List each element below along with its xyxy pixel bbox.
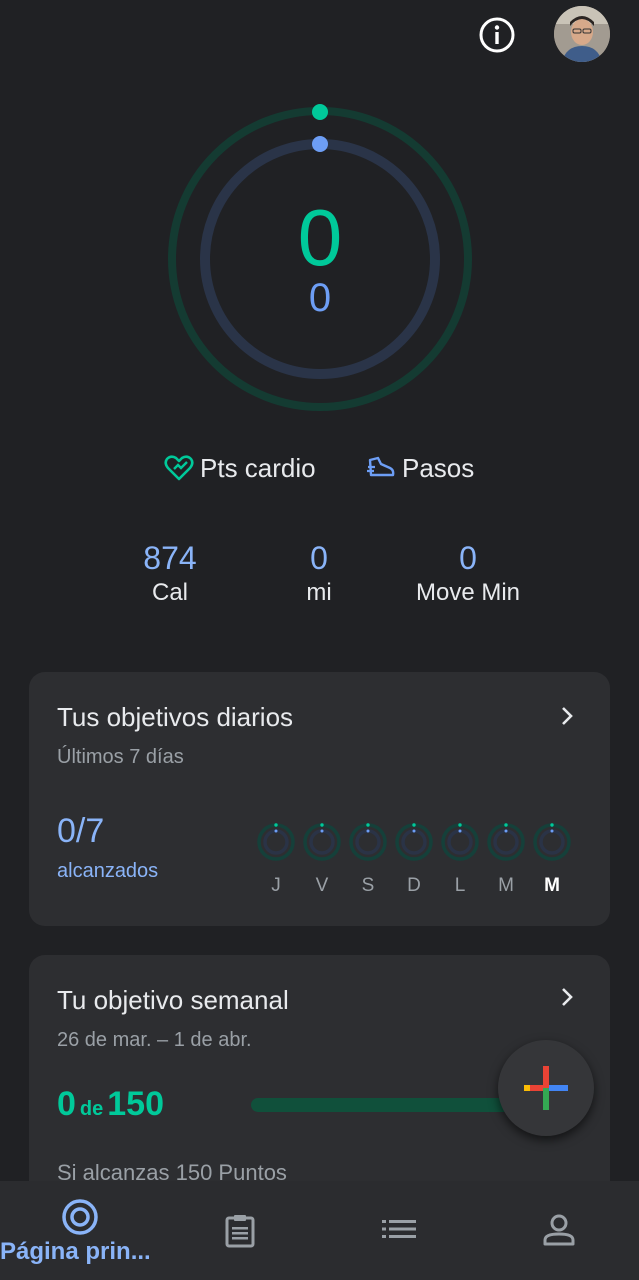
nav-home-label: Página prin...: [0, 1238, 151, 1265]
day-ring: V: [300, 822, 344, 897]
goal-ring-icon: [487, 823, 525, 861]
journal-icon: [225, 1215, 255, 1248]
plus-icon: [524, 1066, 568, 1110]
day-ring: J: [254, 822, 298, 897]
stat-label: Cal: [151, 579, 188, 606]
steps-ring-marker: [312, 136, 328, 152]
nav-journal[interactable]: [200, 1181, 280, 1280]
stat-distance: 0 mi: [239, 538, 399, 610]
legend-steps: Pasos: [366, 450, 474, 486]
chevron-right-icon: [562, 707, 573, 725]
legend-cardio-label: Pts cardio: [200, 452, 316, 483]
info-button[interactable]: [478, 16, 516, 54]
weekly-goal-progress: 0 de 150: [57, 1085, 164, 1124]
home-icon: [62, 1199, 98, 1235]
stat-calories: 874 Cal: [90, 538, 250, 610]
day-label: L: [454, 875, 466, 896]
stat-label: mi: [306, 579, 332, 606]
shoe-icon: [367, 456, 395, 477]
daily-goals-title: Tus objetivos diarios: [57, 702, 294, 732]
day-ring: S: [346, 822, 390, 897]
steps-value: 0: [308, 276, 332, 320]
day-ring: D: [392, 822, 436, 897]
stat-move-minutes: 0 Move Min: [388, 538, 548, 610]
day-label: V: [315, 875, 329, 896]
day-label: M: [544, 875, 560, 896]
cardio-points-value: 0: [297, 193, 343, 282]
weekly-goal-target: 150: [107, 1085, 164, 1123]
daily-goals-days: J V S D L M M: [254, 822, 574, 902]
day-label: J: [271, 875, 281, 896]
daily-goals-card[interactable]: Tus objetivos diarios Últimos 7 días 0/7…: [29, 672, 610, 926]
profile-avatar[interactable]: [554, 6, 610, 62]
weekly-goal-title: Tu objetivo semanal: [57, 985, 289, 1015]
day-ring-today: M: [530, 822, 574, 897]
weekly-goal-of: de: [79, 1098, 104, 1120]
nav-home[interactable]: Página prin...: [0, 1181, 160, 1280]
bottom-navigation: Página prin...: [0, 1181, 639, 1280]
weekly-goal-current: 0: [57, 1085, 76, 1123]
goal-ring-icon: [395, 823, 433, 861]
day-ring: M: [484, 822, 528, 897]
legend-steps-label: Pasos: [402, 452, 475, 483]
goal-ring-icon: [349, 823, 387, 861]
info-icon: [479, 17, 515, 53]
legend-cardio: Pts cardio: [164, 450, 316, 486]
stat-value: 0: [310, 540, 328, 576]
stat-label: Move Min: [415, 579, 521, 606]
avatar-image: [554, 6, 610, 62]
day-ring: L: [438, 822, 482, 897]
daily-goals-achieved-label: alcanzados: [57, 860, 159, 882]
weekly-goal-subtitle: 26 de mar. – 1 de abr.: [57, 1029, 252, 1051]
goal-ring-icon: [533, 823, 571, 861]
nav-browse[interactable]: [360, 1181, 440, 1280]
stat-value: 0: [459, 540, 477, 576]
browse-icon: [382, 1220, 416, 1238]
day-label: M: [498, 875, 514, 896]
day-label: S: [361, 875, 375, 896]
goal-ring-icon: [303, 823, 341, 861]
daily-goals-achieved: 0/7: [57, 812, 105, 850]
stat-value: 874: [143, 540, 197, 576]
day-label: D: [407, 875, 421, 896]
profile-icon: [543, 1214, 575, 1246]
goal-ring-icon: [441, 823, 479, 861]
add-activity-button[interactable]: [498, 1040, 594, 1136]
nav-profile[interactable]: [520, 1181, 600, 1280]
chevron-right-icon: [562, 988, 573, 1006]
cardio-ring-marker: [312, 104, 328, 120]
heart-icon: [164, 455, 194, 481]
daily-goals-subtitle: Últimos 7 días: [57, 746, 184, 768]
goal-ring-icon: [257, 823, 295, 861]
